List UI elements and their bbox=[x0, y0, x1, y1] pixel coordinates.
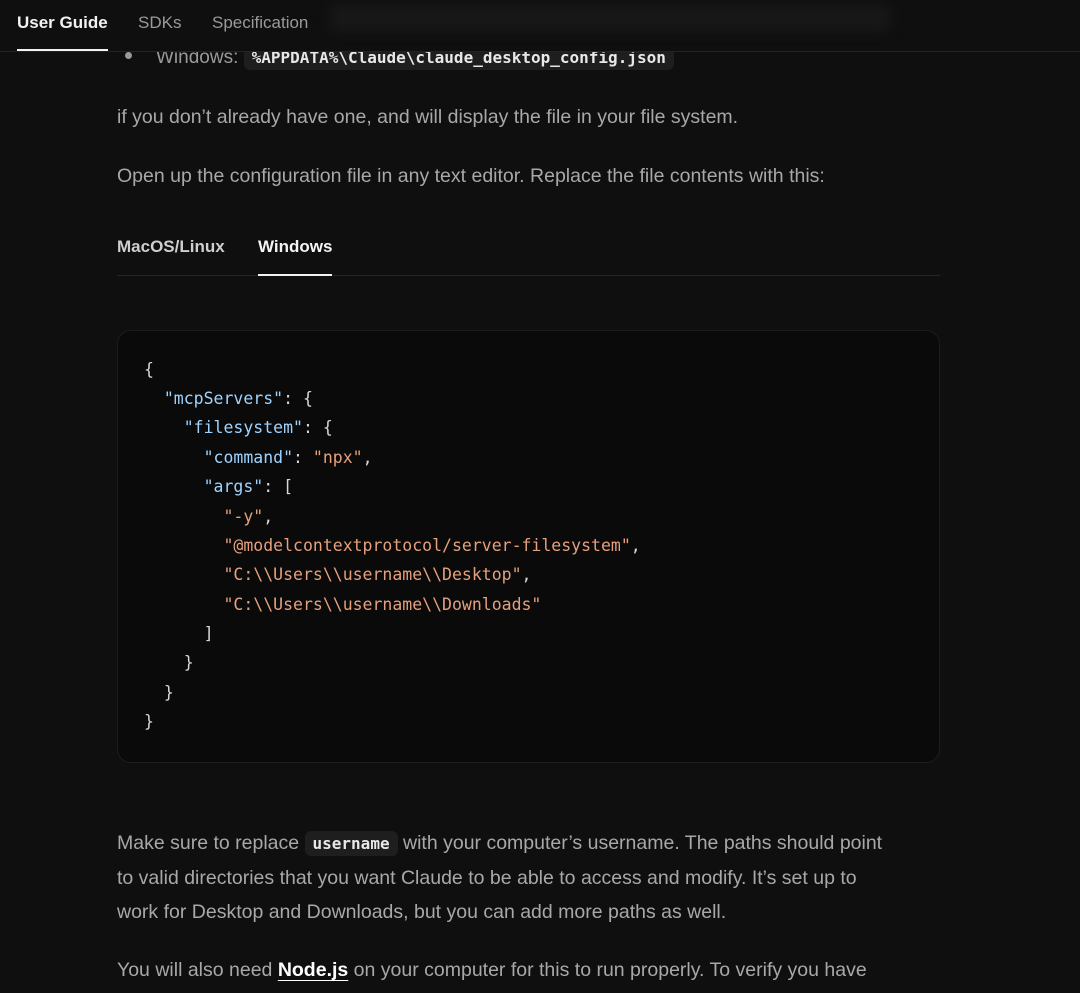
code-line: } bbox=[183, 653, 194, 672]
code-line: "mcpServers": { bbox=[163, 389, 313, 408]
text-segment: Make sure to replace bbox=[117, 832, 300, 854]
tab-windows[interactable]: Windows bbox=[258, 237, 333, 276]
text-segment: You will also need bbox=[117, 959, 273, 981]
code-line: ] bbox=[203, 624, 214, 643]
paragraph-open-config: Open up the configuration file in any te… bbox=[117, 165, 825, 187]
paragraph-file-display: if you don’t already have one, and will … bbox=[117, 106, 739, 128]
blurred-header-region bbox=[330, 4, 890, 32]
bullet-icon bbox=[125, 52, 132, 60]
text-segment: work for Desktop and Downloads, but you … bbox=[117, 901, 727, 923]
tab-macos-linux[interactable]: MacOS/Linux bbox=[117, 237, 225, 257]
code-line: } bbox=[144, 712, 154, 731]
code-line: } bbox=[163, 683, 174, 702]
code-line: "@modelcontextprotocol/server-filesystem… bbox=[223, 536, 641, 555]
text-segment: on your computer for this to run properl… bbox=[353, 959, 867, 981]
nodejs-link[interactable]: Node.js bbox=[278, 959, 348, 981]
top-navigation: User Guide SDKs Specification bbox=[0, 0, 1080, 52]
text-segment: to valid directories that you want Claud… bbox=[117, 867, 857, 889]
text-segment: with your computer’s username. The paths… bbox=[403, 832, 883, 854]
tab-specification[interactable]: Specification bbox=[212, 13, 308, 33]
code-line: "filesystem": { bbox=[183, 418, 333, 437]
paragraph-nodejs: You will also need Node.js on your compu… bbox=[117, 953, 947, 987]
code-line: { bbox=[144, 360, 154, 379]
username-code: username bbox=[304, 831, 398, 856]
code-line: "C:\\Users\\username\\Desktop", bbox=[223, 565, 532, 584]
code-block: { "mcpServers": { "filesystem": { "comma… bbox=[117, 330, 940, 763]
code-line: "command": "npx", bbox=[203, 448, 373, 467]
code-tabs: MacOS/Linux Windows bbox=[117, 230, 940, 276]
paragraph-replace-username: Make sure to replace username with your … bbox=[117, 826, 947, 929]
tab-user-guide[interactable]: User Guide bbox=[17, 13, 108, 51]
tab-sdks[interactable]: SDKs bbox=[138, 13, 181, 33]
code-line: "C:\\Users\\username\\Downloads" bbox=[223, 595, 542, 614]
code-line: "args": [ bbox=[203, 477, 294, 496]
code-line: "-y", bbox=[223, 507, 274, 526]
